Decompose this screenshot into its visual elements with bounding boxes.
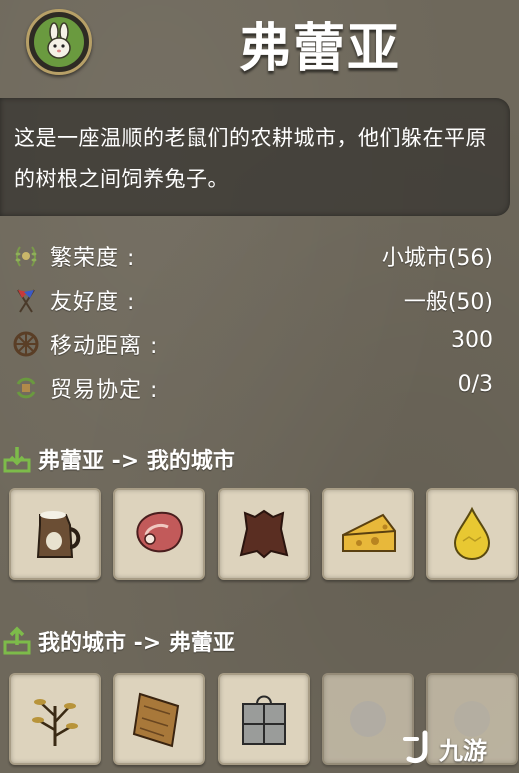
stat-label: 繁荣度 : [50, 246, 136, 271]
import-slot[interactable] [426, 488, 518, 580]
stat-friendliness: 友好度 : 一般(50) [0, 280, 519, 320]
export-section-title: 我的城市 -> 弗蕾亚 [38, 631, 235, 656]
watermark-text: 九游 [439, 737, 487, 765]
wheel-icon [13, 331, 39, 357]
import-slot[interactable] [9, 488, 101, 580]
stat-value: 300 [451, 328, 493, 353]
watermark: 九游 [393, 727, 513, 767]
city-emblem[interactable] [26, 9, 92, 75]
stone-bundle-icon [242, 695, 286, 745]
blurred-item-icon [350, 701, 386, 737]
upload-icon [3, 626, 31, 655]
export-slot[interactable] [113, 673, 205, 765]
herb-bundle-icon [32, 699, 78, 746]
stat-value: 小城市(56) [381, 246, 493, 271]
flags-icon [17, 289, 35, 313]
stat-trade-agreements: 贸易协定 : 0/3 [0, 368, 519, 408]
milk-jug-icon [36, 511, 81, 558]
rabbit-icon [34, 17, 84, 67]
wood-plank-icon [132, 692, 180, 748]
export-slot[interactable] [9, 673, 101, 765]
header: 弗蕾亚 [0, 0, 519, 95]
honey-drop-icon [453, 506, 491, 561]
description-panel: 这是一座温顺的老鼠们的农耕城市，他们躲在平原的树根之间饲养兔子。 [0, 98, 510, 216]
import-goods-row [0, 488, 519, 584]
stat-label: 移动距离 : [50, 334, 159, 359]
import-slot[interactable] [113, 488, 205, 580]
import-slot[interactable] [322, 488, 414, 580]
raw-meat-icon [136, 511, 183, 553]
j-logo-icon [403, 730, 428, 764]
city-name: 弗蕾亚 [238, 19, 401, 79]
stat-travel-distance: 移动距离 : 300 [0, 324, 519, 364]
export-section-header: 我的城市 -> 弗蕾亚 [0, 622, 519, 658]
export-slot[interactable] [218, 673, 310, 765]
import-section-title: 弗蕾亚 -> 我的城市 [38, 449, 235, 474]
import-slot[interactable] [218, 488, 310, 580]
stat-label: 贸易协定 : [50, 378, 159, 403]
laurel-icon [15, 246, 37, 267]
city-description: 这是一座温顺的老鼠们的农耕城市，他们躲在平原的树根之间饲养兔子。 [14, 126, 487, 191]
stat-label: 友好度 : [50, 290, 136, 315]
download-icon [3, 447, 31, 473]
stat-prosperity: 繁荣度 : 小城市(56) [0, 236, 519, 276]
import-section-header: 弗蕾亚 -> 我的城市 [0, 440, 519, 476]
hide-icon [239, 509, 289, 559]
cheese-icon [342, 513, 396, 552]
trade-cycle-icon [16, 377, 36, 399]
stat-value: 一般(50) [403, 290, 493, 315]
stat-value: 0/3 [457, 372, 493, 397]
